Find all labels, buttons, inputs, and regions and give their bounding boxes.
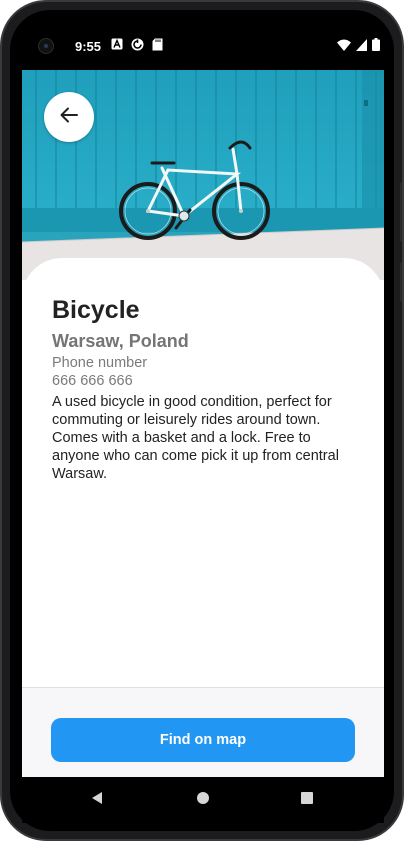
find-on-map-button[interactable]: Find on map (51, 718, 355, 762)
nav-back-icon (90, 791, 104, 810)
status-time: 9:55 (75, 39, 102, 54)
phone-frame: 9:55 Bicycle Warsaw, Poland Phone number… (0, 0, 404, 841)
front-camera (38, 38, 54, 54)
sync-notification-icon (131, 38, 144, 54)
nav-home-button[interactable] (192, 789, 214, 811)
item-description: A used bicycle in good condition, perfec… (52, 394, 339, 482)
cell-signal-icon (356, 38, 367, 54)
system-status-icons (337, 38, 380, 54)
status-bar: 9:55 (22, 32, 380, 62)
back-button[interactable] (44, 92, 94, 142)
bicycle-photo (22, 70, 384, 280)
app-screen: Bicycle Warsaw, Poland Phone number 666 … (22, 70, 384, 777)
nav-home-icon (196, 791, 210, 810)
phone-number-label: Phone number (52, 355, 148, 371)
bottom-action-bar: Find on map (22, 687, 384, 777)
system-navigation-bar (22, 777, 384, 823)
sd-card-icon (152, 38, 163, 54)
notification-icons (111, 38, 163, 54)
arrow-left-icon (60, 107, 78, 128)
a-notification-icon (111, 38, 123, 54)
battery-icon (372, 38, 380, 54)
nav-back-button[interactable] (86, 789, 108, 811)
nav-recents-icon (300, 791, 314, 810)
nav-recents-button[interactable] (296, 789, 318, 811)
item-location: Warsaw, Poland (52, 331, 189, 351)
item-details-card: Bicycle Warsaw, Poland Phone number 666 … (22, 258, 384, 688)
volume-button (400, 182, 402, 242)
phone-number-value: 666 666 666 (52, 373, 133, 389)
item-title: Bicycle (52, 296, 140, 324)
power-button (400, 262, 402, 302)
wifi-icon (337, 39, 351, 54)
